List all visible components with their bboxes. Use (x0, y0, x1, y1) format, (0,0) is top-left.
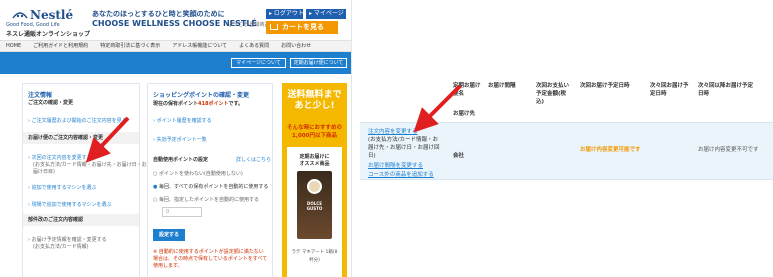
col-header-after-next-date: 次々回お届け予 定日時 (650, 83, 689, 97)
promo-sub2: 1,000円以下商品 (292, 133, 337, 139)
regular-delivery-table: 定期お届け 便名 お届け先 お届け間隔 次回お支払い 予定金額(税 込) 次回お届け予… (360, 80, 773, 190)
radio-all-points[interactable]: ● 毎回、すべての保有ポイントを自動的に使用する (153, 183, 268, 190)
change-next-order-detail1: (お支払方法/カード情報・お届け先・お届け日・お (33, 162, 147, 168)
change-next-order-link[interactable]: › 次回の注文内容を変更する (28, 154, 92, 161)
current-points-line: 現在の保有ポイント418ポイントです。 (153, 101, 243, 107)
col-header-later-date: 次々回以降お届け予定 日時 (698, 83, 754, 97)
auto-use-detail-link[interactable]: 詳しくはこちら (236, 156, 271, 163)
logout-button[interactable]: ▸ ログアウト (266, 9, 304, 19)
nav-faq[interactable]: よくある質問 (233, 41, 275, 51)
order-panel-subtitle: ご注文の確認・変更 (28, 100, 74, 106)
change-machine-link[interactable]: › 現場で追加で使用するマシンを選ぶ (28, 201, 111, 208)
points-note-line3: 使用します。 (153, 263, 183, 269)
cart-icon (270, 24, 278, 30)
promo-card-title2: オススメ商品 (299, 161, 330, 167)
change-order-detail2: 届け先・お届け日・お届け回 (368, 145, 440, 151)
cancel-info-line2: (お支払方法/カード情報) (33, 244, 89, 250)
next-delivery-status: お届け内容変更可能です (580, 147, 641, 153)
promo-card-title1: 定期お届けに (299, 154, 330, 160)
about-regular-button[interactable]: 定期お届け便について (290, 58, 347, 68)
shop-name: ネスレ通販オンラインショップ (6, 31, 91, 38)
promo-product-card[interactable]: 定期お届けに オススメ商品 DOLCE GUSTO ラテ マキアート 1箱(8 … (287, 147, 342, 277)
col-header-next-amount: 次回お支払い 予定金額(税 込) (536, 83, 570, 105)
change-next-order-detail2: 届け日目) (33, 169, 55, 175)
change-order-link[interactable]: 注文内容を変更する (368, 128, 418, 136)
change-order-detail1: (お支払方法/カード情報・お (368, 137, 438, 143)
coffee-cup-icon (307, 179, 322, 194)
col-header-delivery-address: お届け先 (453, 111, 476, 117)
current-points-value: 418ポイント (198, 101, 229, 107)
mypage-button[interactable]: ▸ マイページ (306, 9, 346, 19)
later-delivery-status: お届け内容変更不可です (698, 147, 759, 153)
radio-fixed-points[interactable]: ○ 毎回、指定したポイントを自動的に使用する (153, 196, 259, 203)
global-nav: HOME ご利用ガイドと利用規約 特定商取引法に基づく表示 アドレス帳機能につい… (0, 40, 351, 52)
slogan-line1: あなたのほっとするひと時と笑顔のために (92, 10, 225, 18)
product-box-label: DOLCE GUSTO (306, 201, 323, 211)
col-header-regular-name: 定期お届け 便名 (453, 83, 481, 97)
brand-name: Nestlé (30, 8, 74, 22)
points-history-link[interactable]: › ポイント履歴を確認する (153, 117, 212, 124)
nav-home[interactable]: HOME (0, 41, 27, 51)
points-note-line1: ※ 自動的に使用するポイントが設定額に満たない (153, 249, 264, 255)
nav-address[interactable]: アドレス帳機能について (166, 41, 233, 51)
left-screenshot-panel: Nestlé Good Food, Good Life ネスレ通販オンラインショ… (0, 0, 352, 277)
points-panel-title: ショッピングポイントの確認・変更 (153, 92, 250, 99)
order-panel-title: 注文情報 (28, 92, 53, 99)
fixed-points-input[interactable]: 0 (162, 207, 202, 217)
radio-no-points[interactable]: ○ ポイントを使わない(自動使用しない) (153, 170, 243, 177)
nest-icon (12, 12, 28, 19)
col-header-next-date: 次回お届け予定日時 (580, 83, 630, 89)
product-name-line2: 杯分) (309, 258, 320, 263)
nestle-logo[interactable]: Nestlé Good Food, Good Life ネスレ通販オンラインショ… (6, 8, 90, 38)
product-box-image[interactable]: DOLCE GUSTO (297, 171, 332, 239)
add-machine-link[interactable]: › 追加で使用するマシンを選ぶ (28, 184, 96, 191)
col-header-interval: お届け間隔 (488, 83, 516, 89)
change-interval-link[interactable]: お届け間隔を変更する (368, 162, 423, 170)
points-panel: ショッピングポイントの確認・変更 現在の保有ポイント418ポイントです。 › ポ… (147, 83, 273, 277)
regular-order-section-header: お届け便のご注文内容確認・変更 (23, 132, 139, 144)
points-expiry-link[interactable]: › 失効予定ポイント一覧 (153, 136, 207, 143)
nav-contact[interactable]: お問い合わせ (275, 41, 317, 51)
product-name-line1: ラテ マキアート 1箱(8 (291, 250, 338, 255)
about-mypage-button[interactable]: マイページについて (231, 58, 286, 68)
cancel-section-header: 部件改のご注文内容確認 (23, 214, 139, 226)
delivery-company: 会社 (453, 153, 465, 159)
set-points-button[interactable]: 設定する (153, 229, 185, 241)
points-note-line2: 場合は、その時点で保有しているポイントをすべて (153, 256, 268, 262)
promo-headline: 送料無料まで あと少し! (287, 90, 342, 111)
order-info-panel: 注文情報 ご注文の確認・変更 › ご注文履歴および開始のご注文内容を見る お届け… (22, 83, 147, 277)
brand-tagline: Good Food, Good Life (6, 22, 60, 28)
nav-guide[interactable]: ご利用ガイドと利用規約 (27, 41, 94, 51)
auto-use-title: 自動使用ポイントの設定 (153, 157, 209, 163)
order-history-link[interactable]: › ご注文履歴および開始のご注文内容を見る (28, 117, 127, 124)
nav-legal[interactable]: 特定商取引法に基づく表示 (94, 41, 166, 51)
change-order-detail3: 日) (368, 153, 376, 159)
promo-sub1: そんな時におすすめの (286, 125, 342, 131)
promo-banner[interactable]: 送料無料まで あと少し! そんな時におすすめの 1,000円以下商品 定期お届けに… (282, 83, 347, 277)
cart-button[interactable]: カートを見る (266, 21, 338, 34)
add-off-course-product-link[interactable]: コース外の商品を追加する (368, 171, 434, 179)
cancel-info-line1[interactable]: › お届け予定情報を確認・変更する (28, 236, 107, 243)
